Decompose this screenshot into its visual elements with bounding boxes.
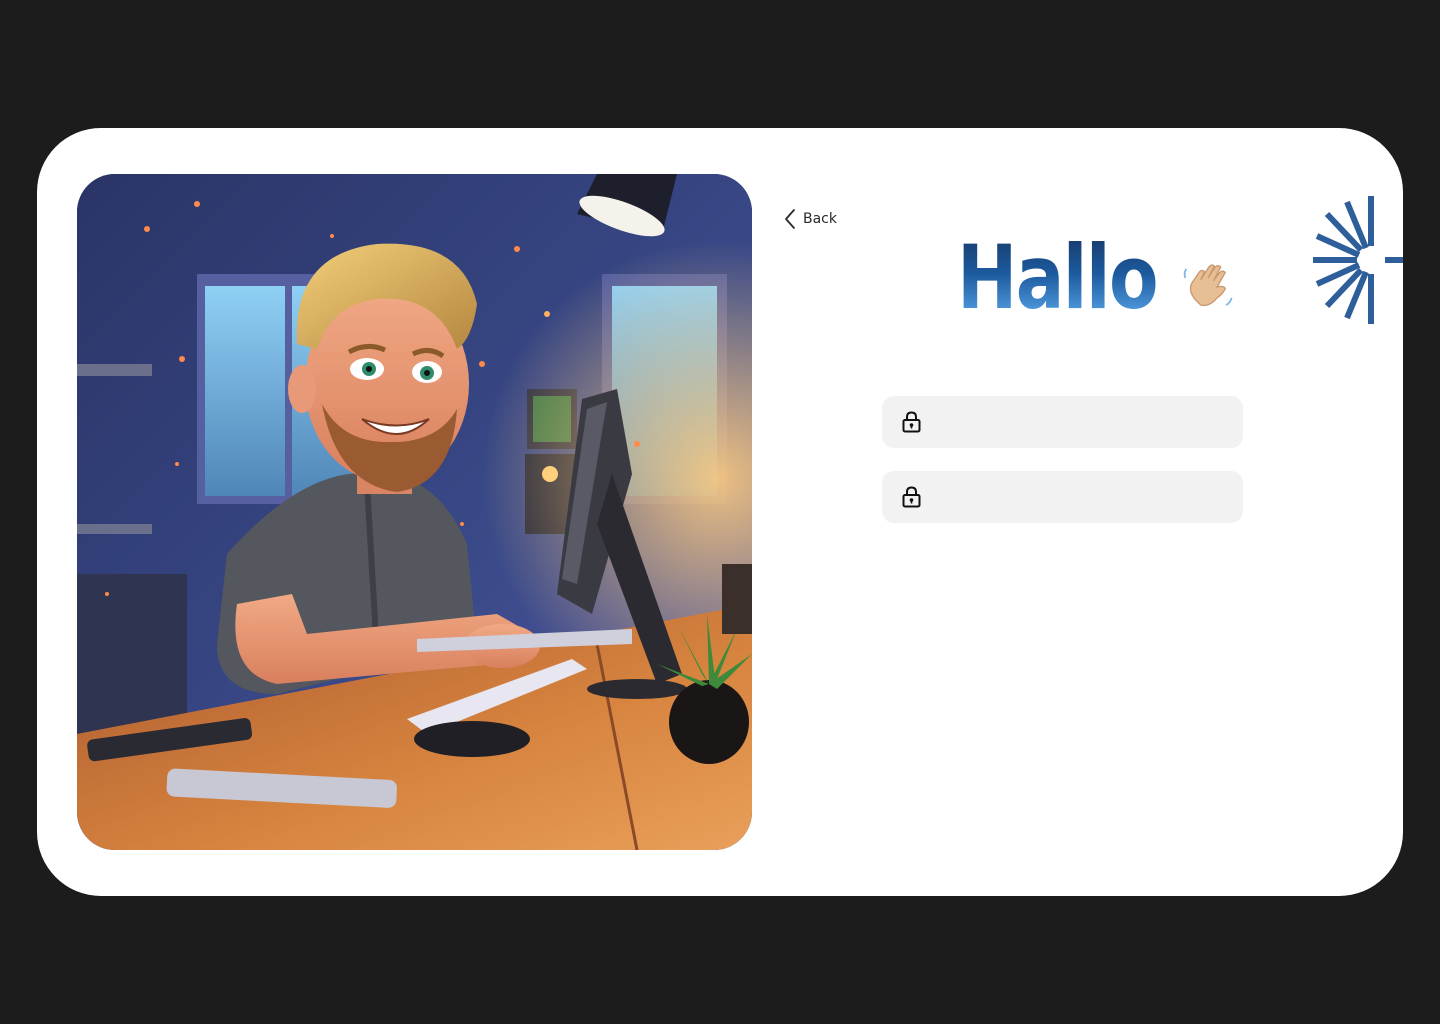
credential-input-2[interactable] xyxy=(932,471,1227,523)
lock-icon xyxy=(902,486,921,508)
back-label: Back xyxy=(803,211,837,227)
decorative-burst-icon xyxy=(1313,196,1403,324)
back-button[interactable]: Back xyxy=(783,208,837,230)
page-title: Hallo xyxy=(957,226,1159,329)
credential-input-1[interactable] xyxy=(932,396,1227,448)
chevron-left-icon xyxy=(785,209,795,229)
greeting: Hallo xyxy=(957,234,1237,322)
lock-icon xyxy=(902,411,921,433)
hero-illustration xyxy=(77,174,752,850)
credential-field-2[interactable] xyxy=(882,471,1243,523)
waving-hand-icon xyxy=(1183,264,1233,307)
login-card: Back Hallo xyxy=(37,128,1403,896)
credential-field-1[interactable] xyxy=(882,396,1243,448)
